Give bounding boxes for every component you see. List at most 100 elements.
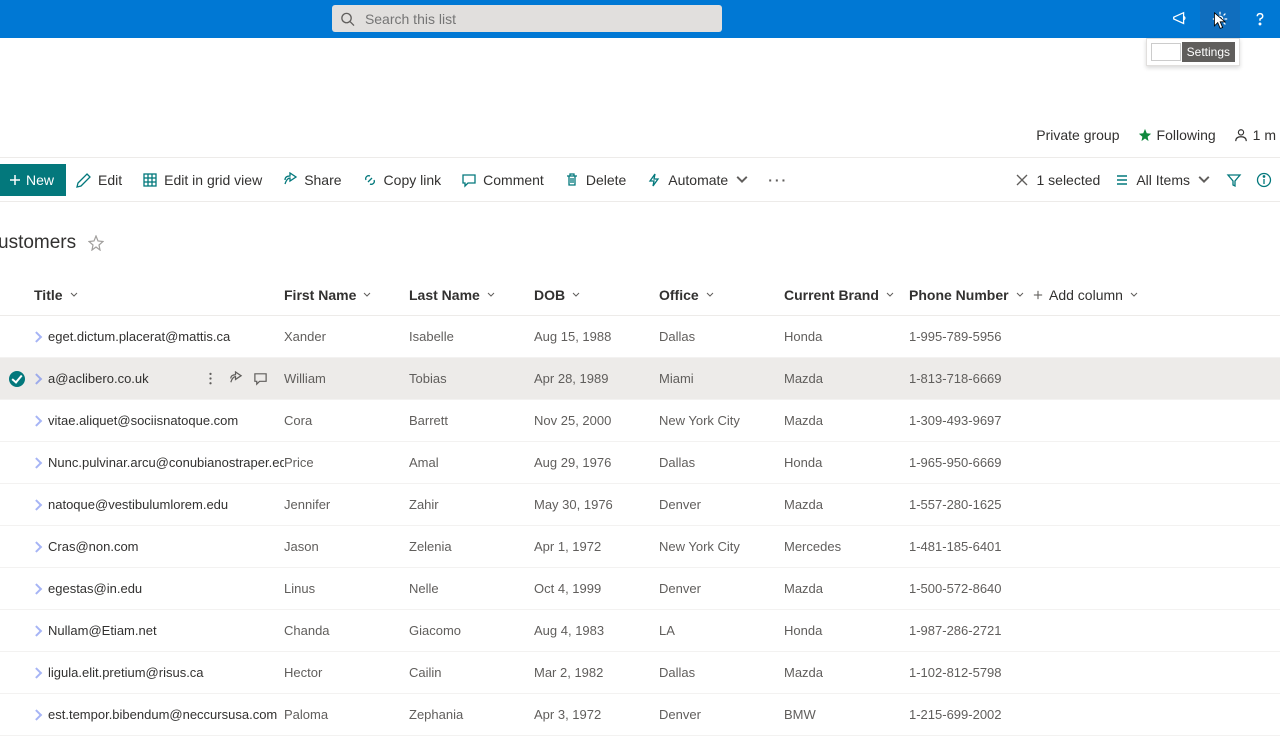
row-selector[interactable] xyxy=(0,707,34,723)
chevron-down-icon xyxy=(1196,172,1212,188)
cell-last-name: Amal xyxy=(409,455,534,470)
share-icon[interactable] xyxy=(228,371,243,386)
help-button[interactable] xyxy=(1240,0,1280,38)
gear-icon xyxy=(1211,10,1229,28)
info-button[interactable] xyxy=(1256,172,1272,188)
search-icon xyxy=(340,11,355,27)
cell-title[interactable]: est.tempor.bibendum@neccursusa.com xyxy=(34,707,277,722)
cell-office: New York City xyxy=(659,539,784,554)
table-row[interactable]: Nunc.pulvinar.arcu@conubianostraper.eduP… xyxy=(0,442,1280,484)
view-selector[interactable]: All Items xyxy=(1114,172,1212,188)
cell-title[interactable]: ligula.elit.pretium@risus.ca xyxy=(34,665,204,680)
filter-button[interactable] xyxy=(1226,172,1242,188)
col-dob[interactable]: DOB xyxy=(534,287,659,303)
table-row[interactable]: Cras@non.comJasonZeleniaApr 1, 1972New Y… xyxy=(0,526,1280,568)
cell-office: Dallas xyxy=(659,665,784,680)
row-selector[interactable] xyxy=(0,497,34,513)
link-indicator-icon xyxy=(34,711,42,719)
row-selector[interactable] xyxy=(0,665,34,681)
plus-icon xyxy=(8,173,22,187)
clear-selection[interactable]: 1 selected xyxy=(1014,172,1100,188)
more-vertical-icon[interactable] xyxy=(203,371,218,386)
row-selector[interactable] xyxy=(0,623,34,639)
search-box[interactable] xyxy=(332,5,722,32)
edit-button[interactable]: Edit xyxy=(66,158,132,202)
cell-office: New York City xyxy=(659,413,784,428)
cell-title[interactable]: Nunc.pulvinar.arcu@conubianostraper.edu xyxy=(34,455,284,470)
chevron-down-icon xyxy=(705,290,715,300)
cell-last-name: Zahir xyxy=(409,497,534,512)
cell-last-name: Isabelle xyxy=(409,329,534,344)
share-button[interactable]: Share xyxy=(272,158,351,202)
col-phone[interactable]: Phone Number xyxy=(909,287,1033,303)
settings-tooltip: Settings xyxy=(1146,38,1240,66)
cell-title[interactable]: eget.dictum.placerat@mattis.ca xyxy=(34,329,230,344)
favorite-star-icon[interactable] xyxy=(88,235,104,251)
cell-first-name: Jason xyxy=(284,539,409,554)
table-row[interactable]: ligula.elit.pretium@risus.caHectorCailin… xyxy=(0,652,1280,694)
cell-brand: Honda xyxy=(784,455,909,470)
cell-brand: Mazda xyxy=(784,413,909,428)
cell-phone: 1-500-572-8640 xyxy=(909,581,1033,596)
cell-office: Miami xyxy=(659,371,784,386)
row-selector[interactable] xyxy=(0,581,34,597)
row-selector[interactable] xyxy=(0,329,34,345)
link-indicator-icon xyxy=(34,585,42,593)
cell-last-name: Giacomo xyxy=(409,623,534,638)
table-row[interactable]: eget.dictum.placerat@mattis.caXanderIsab… xyxy=(0,316,1280,358)
megaphone-button[interactable] xyxy=(1160,0,1200,38)
edit-grid-button[interactable]: Edit in grid view xyxy=(132,158,272,202)
table-row[interactable]: a@aclibero.co.ukWilliamTobiasApr 28, 198… xyxy=(0,358,1280,400)
delete-button[interactable]: Delete xyxy=(554,158,636,202)
more-actions[interactable]: ··· xyxy=(760,172,796,188)
cell-brand: Mercedes xyxy=(784,539,909,554)
cell-brand: Mazda xyxy=(784,371,909,386)
cell-title[interactable]: vitae.aliquet@sociisnatoque.com xyxy=(34,413,238,428)
link-indicator-icon xyxy=(34,669,42,677)
group-type: Private group xyxy=(1036,127,1119,143)
col-first-name[interactable]: First Name xyxy=(284,287,409,303)
header-spacer xyxy=(0,38,1280,120)
link-indicator-icon xyxy=(34,459,42,467)
cell-phone: 1-813-718-6669 xyxy=(909,371,1033,386)
following-toggle[interactable]: Following xyxy=(1138,127,1216,143)
cell-dob: Apr 1, 1972 xyxy=(534,539,659,554)
table-header: Title First Name Last Name DOB Office Cu… xyxy=(0,274,1280,316)
add-column[interactable]: Add column xyxy=(1033,287,1193,303)
cell-brand: Mazda xyxy=(784,497,909,512)
automate-button[interactable]: Automate xyxy=(636,158,760,202)
col-brand[interactable]: Current Brand xyxy=(784,287,909,303)
cell-title[interactable]: Nullam@Etiam.net xyxy=(34,623,157,638)
row-selector[interactable] xyxy=(0,455,34,471)
cell-phone: 1-995-789-5956 xyxy=(909,329,1033,344)
comment-button[interactable]: Comment xyxy=(451,158,554,202)
cell-dob: May 30, 1976 xyxy=(534,497,659,512)
table-row[interactable]: natoque@vestibulumlorem.eduJenniferZahir… xyxy=(0,484,1280,526)
chevron-down-icon xyxy=(571,290,581,300)
cell-first-name: Linus xyxy=(284,581,409,596)
cell-title[interactable]: a@aclibero.co.uk xyxy=(34,371,149,386)
search-input[interactable] xyxy=(365,11,714,27)
table-row[interactable]: vitae.aliquet@sociisnatoque.comCoraBarre… xyxy=(0,400,1280,442)
table-row[interactable]: egestas@in.eduLinusNelleOct 4, 1999Denve… xyxy=(0,568,1280,610)
new-button[interactable]: New xyxy=(0,164,66,196)
cell-title[interactable]: Cras@non.com xyxy=(34,539,139,554)
col-last-name[interactable]: Last Name xyxy=(409,287,534,303)
members-count[interactable]: 1 m xyxy=(1234,127,1276,143)
row-selector[interactable] xyxy=(0,413,34,429)
table-row[interactable]: est.tempor.bibendum@neccursusa.comPaloma… xyxy=(0,694,1280,736)
list-title: ustomers xyxy=(0,232,76,254)
copy-link-button[interactable]: Copy link xyxy=(352,158,452,202)
cell-dob: Apr 3, 1972 xyxy=(534,707,659,722)
settings-button[interactable]: Settings xyxy=(1200,0,1240,38)
comment-icon[interactable] xyxy=(253,371,268,386)
col-title[interactable]: Title xyxy=(34,287,284,303)
row-selector[interactable] xyxy=(0,371,34,387)
cell-office: Denver xyxy=(659,707,784,722)
table-row[interactable]: Nullam@Etiam.netChandaGiacomoAug 4, 1983… xyxy=(0,610,1280,652)
cell-title[interactable]: egestas@in.edu xyxy=(34,581,142,596)
cell-title[interactable]: natoque@vestibulumlorem.edu xyxy=(34,497,228,512)
row-selector[interactable] xyxy=(0,539,34,555)
col-office[interactable]: Office xyxy=(659,287,784,303)
cell-brand: Mazda xyxy=(784,665,909,680)
